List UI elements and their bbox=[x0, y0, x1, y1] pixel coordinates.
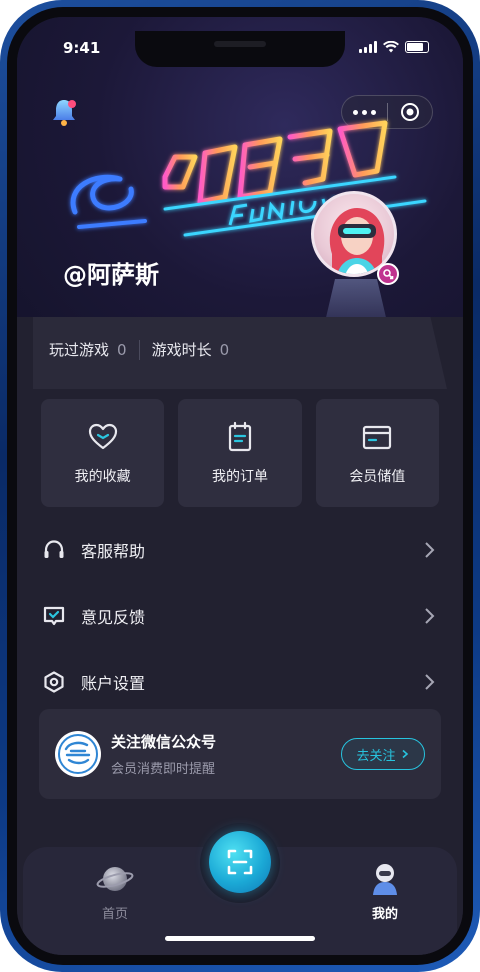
quick-action-label: 会员储值 bbox=[349, 469, 406, 485]
quick-actions: 我的收藏 我的订单 会员储值 bbox=[41, 399, 439, 507]
menu-item-label: 账户设置 bbox=[81, 674, 146, 693]
feedback-icon bbox=[41, 603, 67, 629]
menu-item-feedback[interactable]: 意见反馈 bbox=[41, 583, 439, 649]
stat-played-label: 玩过游戏 bbox=[49, 341, 110, 359]
quick-action-favorites[interactable]: 我的收藏 bbox=[41, 399, 165, 507]
chevron-right-icon bbox=[425, 542, 435, 558]
tab-home[interactable]: 首页 bbox=[75, 861, 155, 922]
headset-icon bbox=[41, 537, 67, 563]
phone-bezel: 9:41 @阿萨斯 玩过游戏 0 游戏时长 0 我的收藏 我的订单 会员储值 客… bbox=[7, 7, 473, 965]
tab-mine[interactable]: 我的 bbox=[345, 861, 425, 922]
settings-icon bbox=[41, 669, 67, 695]
stats-divider bbox=[138, 339, 140, 360]
chevron-right-icon bbox=[425, 608, 435, 624]
chevron-right-icon bbox=[425, 674, 435, 690]
quick-action-label: 我的订单 bbox=[211, 469, 268, 485]
battery-icon bbox=[405, 41, 429, 53]
quick-action-label: 我的收藏 bbox=[74, 469, 131, 485]
follow-button-label: 去关注 bbox=[356, 748, 396, 764]
quick-action-recharge[interactable]: 会员储值 bbox=[315, 399, 439, 507]
follow-title: 关注微信公众号 bbox=[111, 733, 217, 751]
wifi-icon bbox=[383, 41, 399, 53]
status-bar: 9:41 bbox=[17, 31, 463, 67]
menu-item-label: 意见反馈 bbox=[81, 608, 146, 627]
clipboard-icon bbox=[228, 421, 252, 452]
stat-duration-label: 游戏时长 bbox=[151, 341, 212, 359]
follow-wechat-card: 关注微信公众号 会员消费即时提醒 去关注 bbox=[39, 709, 441, 799]
follow-text: 关注微信公众号 会员消费即时提醒 bbox=[111, 731, 341, 777]
signal-icon bbox=[359, 41, 377, 53]
notch bbox=[135, 31, 345, 67]
menu-item-settings[interactable]: 账户设置 bbox=[41, 649, 439, 715]
gender-female-icon bbox=[377, 263, 399, 285]
screen: 9:41 @阿萨斯 玩过游戏 0 游戏时长 0 我的收藏 我的订单 会员储值 客… bbox=[17, 17, 463, 955]
stat-played-value: 0 bbox=[117, 340, 127, 359]
stat-duration-value: 0 bbox=[219, 340, 230, 359]
home-indicator[interactable] bbox=[165, 936, 315, 941]
status-icons bbox=[359, 41, 429, 53]
more-icon[interactable] bbox=[342, 109, 387, 115]
menu-list: 客服帮助 意见反馈 账户设置 bbox=[41, 517, 439, 715]
phone-frame: 9:41 @阿萨斯 玩过游戏 0 游戏时长 0 我的收藏 我的订单 会员储值 客… bbox=[0, 0, 480, 972]
status-time: 9:41 bbox=[63, 39, 101, 57]
menu-item-label: 客服帮助 bbox=[81, 542, 146, 561]
planet-icon bbox=[96, 867, 134, 891]
user-avatar-icon bbox=[373, 864, 397, 895]
scan-icon bbox=[227, 849, 253, 875]
username: @阿萨斯 bbox=[63, 261, 159, 289]
stats-row: 玩过游戏 0 游戏时长 0 bbox=[49, 339, 229, 360]
chevron-right-icon bbox=[401, 749, 408, 759]
quick-action-orders[interactable]: 我的订单 bbox=[178, 399, 302, 507]
heart-icon bbox=[88, 423, 117, 450]
tab-home-label: 首页 bbox=[101, 907, 128, 922]
menu-item-support[interactable]: 客服帮助 bbox=[41, 517, 439, 583]
follow-subtitle: 会员消费即时提醒 bbox=[111, 762, 216, 777]
tab-mine-label: 我的 bbox=[371, 907, 398, 922]
follow-button[interactable]: 去关注 bbox=[341, 738, 425, 770]
official-account-logo bbox=[55, 731, 101, 777]
scan-button[interactable] bbox=[209, 831, 271, 893]
card-icon bbox=[363, 425, 392, 450]
tab-bar: 首页 我的 bbox=[23, 823, 457, 955]
